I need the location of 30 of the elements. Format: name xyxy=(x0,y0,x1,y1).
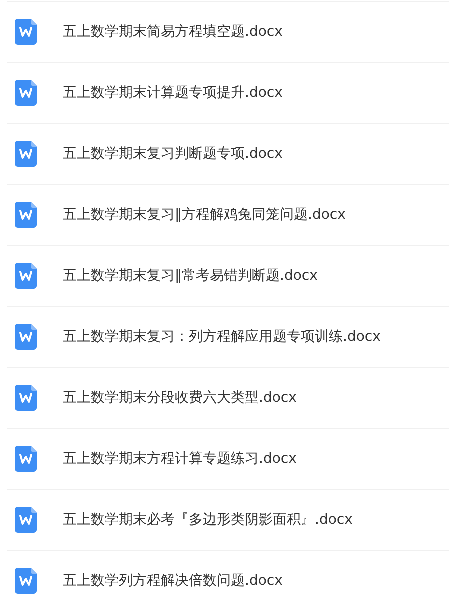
file-row[interactable]: 五上数学期末复习‖常考易错判断题.docx xyxy=(7,245,449,306)
file-row[interactable]: 五上数学期末分段收费六大类型.docx xyxy=(7,367,449,428)
word-document-icon xyxy=(15,446,37,472)
file-row[interactable]: 五上数学期末方程计算专题练习.docx xyxy=(7,428,449,489)
file-row[interactable]: 五上数学期末复习‖方程解鸡兔同笼问题.docx xyxy=(7,184,449,245)
file-name: 五上数学期末方程计算专题练习.docx xyxy=(63,450,297,468)
file-row[interactable]: 五上数学期末简易方程填空题.docx xyxy=(7,1,449,62)
word-document-icon xyxy=(15,19,37,45)
file-name: 五上数学期末简易方程填空题.docx xyxy=(63,23,283,41)
file-name: 五上数学期末复习‖常考易错判断题.docx xyxy=(63,267,318,285)
word-document-icon xyxy=(15,324,37,350)
word-document-icon xyxy=(15,263,37,289)
file-row[interactable]: 五上数学期末必考『多边形类阴影面积』.docx xyxy=(7,489,449,550)
file-row[interactable]: 五上数学期末复习判断题专项.docx xyxy=(7,123,449,184)
word-document-icon xyxy=(15,507,37,533)
file-row[interactable]: 五上数学列方程解决倍数问题.docx xyxy=(7,550,449,596)
file-name: 五上数学期末复习：列方程解应用题专项训练.docx xyxy=(63,328,381,346)
word-document-icon xyxy=(15,80,37,106)
file-name: 五上数学列方程解决倍数问题.docx xyxy=(63,572,283,590)
word-document-icon xyxy=(15,202,37,228)
word-document-icon xyxy=(15,385,37,411)
file-name: 五上数学期末复习‖方程解鸡兔同笼问题.docx xyxy=(63,206,346,224)
word-document-icon xyxy=(15,141,37,167)
file-row[interactable]: 五上数学期末计算题专项提升.docx xyxy=(7,62,449,123)
file-name: 五上数学期末复习判断题专项.docx xyxy=(63,145,283,163)
file-name: 五上数学期末必考『多边形类阴影面积』.docx xyxy=(63,511,353,529)
file-name: 五上数学期末计算题专项提升.docx xyxy=(63,84,283,102)
file-name: 五上数学期末分段收费六大类型.docx xyxy=(63,389,297,407)
word-document-icon xyxy=(15,568,37,594)
file-row[interactable]: 五上数学期末复习：列方程解应用题专项训练.docx xyxy=(7,306,449,367)
